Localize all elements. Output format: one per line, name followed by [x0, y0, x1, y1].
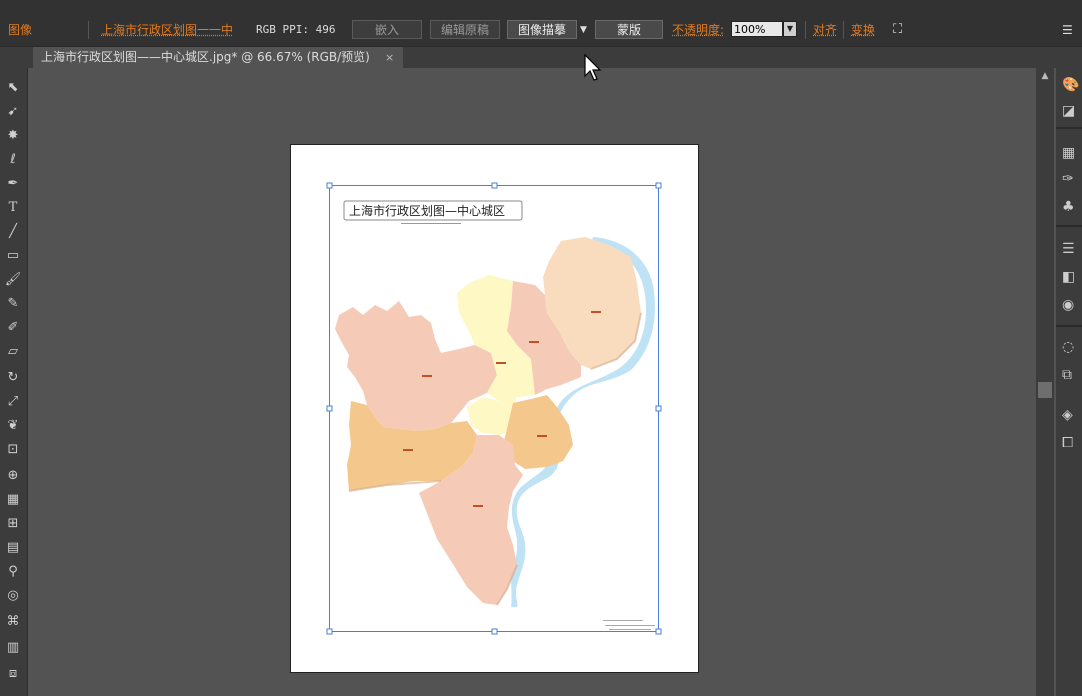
label-marker: [496, 362, 506, 364]
layers-icon[interactable]: ◈: [1062, 405, 1082, 425]
image-label: 图像: [8, 23, 33, 37]
scale-tool-icon[interactable]: ⤢: [3, 392, 23, 412]
tools-panel: ⬉ ➹ ✸ ℓ ✒ T ╱ ▭ 🖌 ✎ ✐ ▱ ↻ ⤢ ❦ ⊡ ⊕ ▦ ⊞ ▤ …: [0, 68, 28, 696]
map-footer-line: [605, 625, 655, 626]
divider: [843, 21, 844, 39]
eraser-tool-icon[interactable]: ▱: [3, 342, 23, 362]
document-tab[interactable]: 上海市行政区划图——中心城区.jpg* @ 66.67% (RGB/预览): [33, 47, 403, 68]
line-tool-icon[interactable]: ╱: [3, 222, 23, 242]
document-tab-bar: 上海市行政区划图——中心城区.jpg* @ 66.67% (RGB/预览) ×: [0, 47, 1082, 68]
symbol-sprayer-tool-icon[interactable]: ⌘: [3, 612, 23, 632]
image-trace-button[interactable]: 图像描摹: [507, 20, 577, 39]
panel-divider: [1056, 225, 1082, 227]
control-bar: 图像 上海市行政区划图一一中 RGB PPI: 496 嵌入 编辑原稿 图像描摹…: [0, 6, 1082, 47]
isolate-object-icon[interactable]: ⛶: [893, 6, 902, 46]
map-footer-line: [609, 629, 651, 630]
panel-divider: [1056, 325, 1082, 327]
selection-handle: [326, 182, 333, 189]
perspective-grid-tool-icon[interactable]: ▦: [3, 490, 23, 510]
color-panel-icon[interactable]: 🎨: [1062, 75, 1082, 95]
pencil-tool-icon[interactable]: ✎: [3, 294, 23, 314]
color-guide-icon[interactable]: ◪: [1062, 101, 1082, 121]
column-graph-tool-icon[interactable]: ▥: [3, 638, 23, 658]
map-title: 上海市行政区划图—中心城区: [349, 203, 505, 218]
transform-link[interactable]: 变换: [851, 6, 875, 46]
scrollbar-thumb[interactable]: [1038, 382, 1052, 398]
stroke-icon[interactable]: ☰: [1062, 239, 1082, 259]
warp-tool-icon[interactable]: ❦: [3, 416, 23, 436]
mesh-tool-icon[interactable]: ⊞: [3, 514, 23, 534]
color-info: RGB PPI: 496: [256, 23, 336, 36]
scroll-up-icon[interactable]: ▲: [1039, 70, 1051, 82]
vertical-scrollbar[interactable]: ▲: [1036, 68, 1054, 696]
opacity-label[interactable]: 不透明度:: [672, 6, 724, 46]
label-marker: [403, 449, 413, 451]
blob-brush-tool-icon[interactable]: ✐: [3, 318, 23, 338]
label-marker: [473, 505, 483, 507]
panel-dock: 🎨 ◪ ▦ ✑ ♣ ☰ ◧ ◉ ◌ ⧉ ◈ ⧠: [1056, 47, 1082, 696]
image-trace-dropdown-icon[interactable]: ▼: [580, 6, 587, 46]
pen-tool-icon[interactable]: ✒: [3, 174, 23, 194]
label-marker: [422, 375, 432, 377]
selection-handle: [326, 405, 333, 412]
selection-handle: [655, 405, 662, 412]
artboard: 上海市行政区划图—中心城区: [290, 144, 699, 673]
edit-original-button[interactable]: 编辑原稿: [430, 20, 500, 39]
selection-handle: [491, 182, 498, 189]
label-marker: [537, 435, 547, 437]
direct-selection-tool-icon[interactable]: ➹: [3, 102, 23, 122]
transparency-icon[interactable]: ◉: [1062, 295, 1082, 315]
symbols-icon[interactable]: ♣: [1062, 197, 1082, 217]
blend-tool-icon[interactable]: ◎: [3, 586, 23, 606]
selection-handle: [491, 628, 498, 635]
lasso-tool-icon[interactable]: ℓ: [3, 150, 23, 170]
swatches-icon[interactable]: ▦: [1062, 143, 1082, 163]
selection-tool-icon[interactable]: ⬉: [3, 78, 23, 98]
magic-wand-tool-icon[interactable]: ✸: [3, 126, 23, 146]
map-image[interactable]: 上海市行政区划图—中心城区: [291, 145, 700, 674]
gradient-tool-icon[interactable]: ▤: [3, 538, 23, 558]
appearance-icon[interactable]: ◌: [1062, 337, 1082, 357]
label-marker: [529, 341, 539, 343]
align-link[interactable]: 对齐: [813, 6, 837, 46]
paintbrush-tool-icon[interactable]: 🖌: [3, 270, 23, 290]
type-tool-icon[interactable]: T: [3, 198, 23, 218]
divider: [88, 21, 89, 39]
mouse-cursor-icon: [584, 54, 602, 81]
embed-button[interactable]: 嵌入: [352, 20, 422, 39]
artboard-tool-icon[interactable]: ⧈: [3, 664, 23, 684]
document-tab-title: 上海市行政区划图——中心城区.jpg* @ 66.67% (RGB/预览): [41, 50, 370, 64]
gradient-panel-icon[interactable]: ◧: [1062, 267, 1082, 287]
rectangle-tool-icon[interactable]: ▭: [3, 246, 23, 266]
selection-handle: [326, 628, 333, 635]
artboards-icon[interactable]: ⧠: [1062, 433, 1082, 453]
eyedropper-tool-icon[interactable]: ⚲: [3, 562, 23, 582]
map-subtitle-line: [401, 223, 461, 224]
divider: [805, 21, 806, 39]
graphic-styles-icon[interactable]: ⧉: [1062, 365, 1082, 385]
map-footer-line: [603, 620, 643, 621]
selection-handle: [655, 628, 662, 635]
label-marker: [591, 311, 601, 313]
linked-file-link[interactable]: 上海市行政区划图一一中: [101, 6, 233, 46]
free-transform-tool-icon[interactable]: ⊡: [3, 440, 23, 460]
mask-button[interactable]: 蒙版: [595, 20, 663, 39]
opacity-input[interactable]: 100%: [731, 21, 783, 37]
panel-divider: [1056, 127, 1082, 129]
panel-menu-icon[interactable]: ☰: [1062, 6, 1073, 46]
brushes-icon[interactable]: ✑: [1062, 169, 1082, 189]
close-tab-icon[interactable]: ×: [385, 47, 394, 68]
opacity-dropdown-icon[interactable]: ▼: [783, 21, 797, 37]
shape-builder-tool-icon[interactable]: ⊕: [3, 466, 23, 486]
selection-handle: [655, 182, 662, 189]
rotate-tool-icon[interactable]: ↻: [3, 368, 23, 388]
